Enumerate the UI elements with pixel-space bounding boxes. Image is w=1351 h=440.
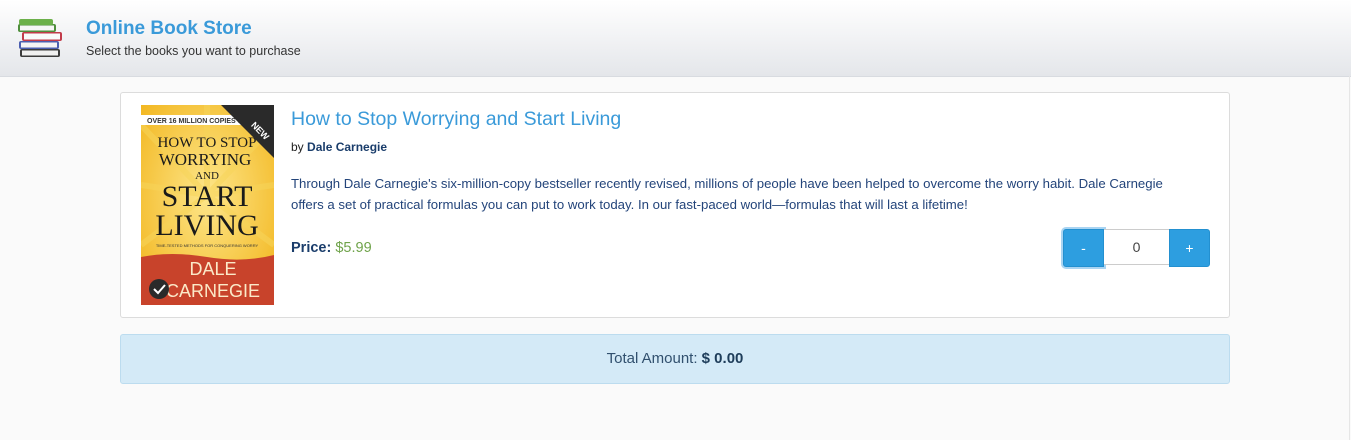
cover-author-2: CARNEGIE [166,281,260,301]
cover-line-2: WORRYING [159,150,252,169]
store-subtitle: Select the books you want to purchase [86,44,301,58]
price-value: $5.99 [335,240,372,256]
scrollbar-edge [1349,76,1350,440]
cover-line-1: HOW TO STOP [158,135,257,151]
app-header: Online Book Store Select the books you w… [0,0,1351,77]
check-circle-icon [149,279,169,299]
book-card: OVER 16 MILLION COPIES SOLD HOW TO STOP … [120,92,1230,318]
decrease-quantity-button[interactable]: - [1063,229,1104,267]
quantity-input[interactable] [1104,229,1169,265]
quantity-stepper: - + [1063,229,1210,267]
total-label: Total Amount: [606,350,698,367]
store-title: Online Book Store [86,18,252,39]
book-description: Through Dale Carnegie's six-million-copy… [291,176,1163,212]
books-stack-icon [18,19,62,57]
cover-line-5: LIVING [155,209,258,242]
cover-tagline: TIME-TESTED METHODS FOR CONQUERING WORRY [156,243,259,248]
byline-prefix: by [291,140,304,154]
price-label: Price: [291,240,332,256]
cover-author-1: DALE [189,259,236,279]
book-cover-art: OVER 16 MILLION COPIES SOLD HOW TO STOP … [141,105,274,305]
increase-quantity-button[interactable]: + [1169,229,1210,267]
total-amount-box: Total Amount: $ 0.00 [120,334,1230,384]
book-author: Dale Carnegie [307,140,388,154]
book-byline: by Dale Carnegie [291,140,387,154]
total-value: $ 0.00 [701,350,744,367]
book-cover-image: OVER 16 MILLION COPIES SOLD HOW TO STOP … [141,105,274,305]
price-row: Price: $5.99 [291,240,372,256]
book-title[interactable]: How to Stop Worrying and Start Living [291,108,621,131]
